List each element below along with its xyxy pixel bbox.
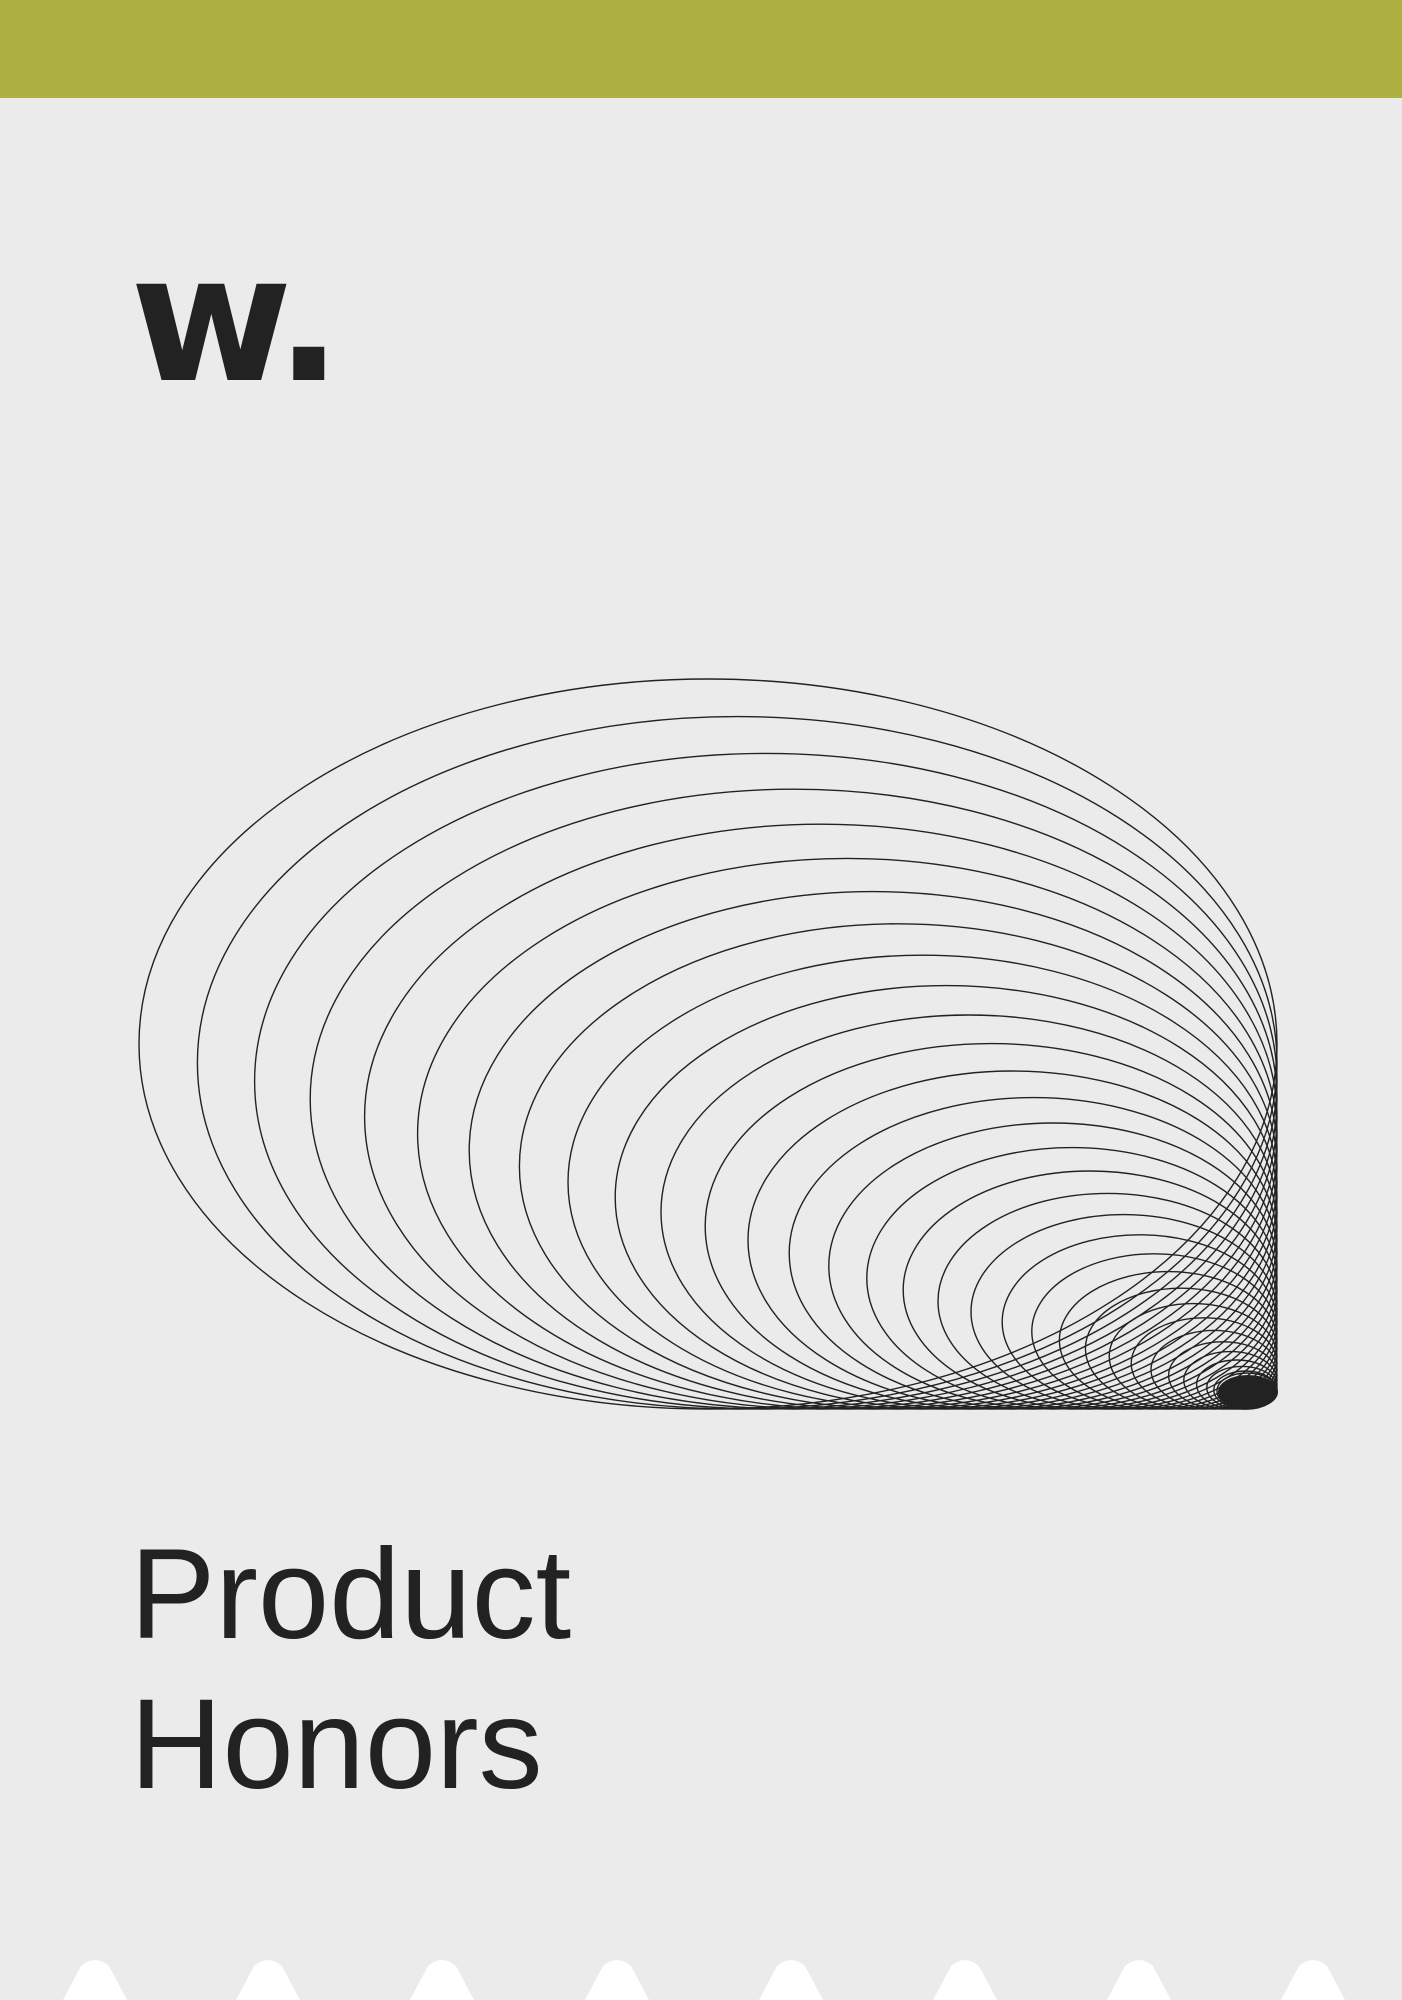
- ellipse-ring: [1031, 1253, 1278, 1410]
- ellipse-ring: [704, 1042, 1278, 1410]
- ellipse-ring: [866, 1146, 1278, 1410]
- ellipse-ring: [1001, 1234, 1278, 1410]
- scallop: [236, 1960, 300, 2000]
- ellipse-ring: [567, 954, 1278, 1410]
- scalloped-edge-icon: [63, 1960, 1345, 2000]
- ellipse-ring: [1206, 1365, 1278, 1410]
- ellipse-ring: [1130, 1317, 1278, 1410]
- poster-title: Product Honors: [130, 1520, 571, 1820]
- ellipse-ring: [416, 857, 1278, 1410]
- ellipse-ring: [788, 1096, 1278, 1410]
- ellipse-ring: [196, 715, 1278, 1410]
- title-line-1: Product: [130, 1523, 572, 1666]
- top-accent-bar: [0, 0, 1402, 98]
- ellipse-ring: [1183, 1350, 1278, 1410]
- ellipse-ring: [1150, 1329, 1278, 1410]
- ellipse-ring: [970, 1213, 1278, 1410]
- scallop: [933, 1960, 997, 2000]
- ellipse-ring: [1216, 1372, 1278, 1410]
- title-line-2: Honors: [130, 1673, 543, 1816]
- scallop: [759, 1960, 823, 2000]
- scallop: [585, 1960, 649, 2000]
- ellipse-ring: [253, 752, 1278, 1410]
- logo: w.: [130, 217, 342, 422]
- ellipse-ring: [1108, 1302, 1278, 1410]
- ellipse-ring: [468, 890, 1278, 1410]
- scallop: [1107, 1960, 1171, 2000]
- ellipse-ring: [518, 923, 1278, 1410]
- ellipse-ring: [747, 1070, 1278, 1410]
- ellipse-ring: [902, 1170, 1278, 1410]
- ellipse-ring: [1213, 1370, 1278, 1410]
- ellipse-ring: [138, 678, 1278, 1410]
- ellipse-ring: [1195, 1359, 1278, 1410]
- ellipse-ring: [1084, 1287, 1278, 1410]
- ellipse-ring: [1058, 1270, 1278, 1410]
- scallop: [410, 1960, 474, 2000]
- ellipse-ring: [363, 823, 1278, 1410]
- ellipse-ring: [614, 984, 1278, 1410]
- ellipse-ring: [309, 788, 1278, 1410]
- ellipse-ring: [1167, 1341, 1278, 1410]
- ellipse-ring: [660, 1014, 1278, 1410]
- scallop: [1281, 1960, 1345, 2000]
- scallop: [63, 1960, 127, 2000]
- ellipse-ring: [937, 1192, 1278, 1410]
- ellipse-ring: [828, 1122, 1278, 1410]
